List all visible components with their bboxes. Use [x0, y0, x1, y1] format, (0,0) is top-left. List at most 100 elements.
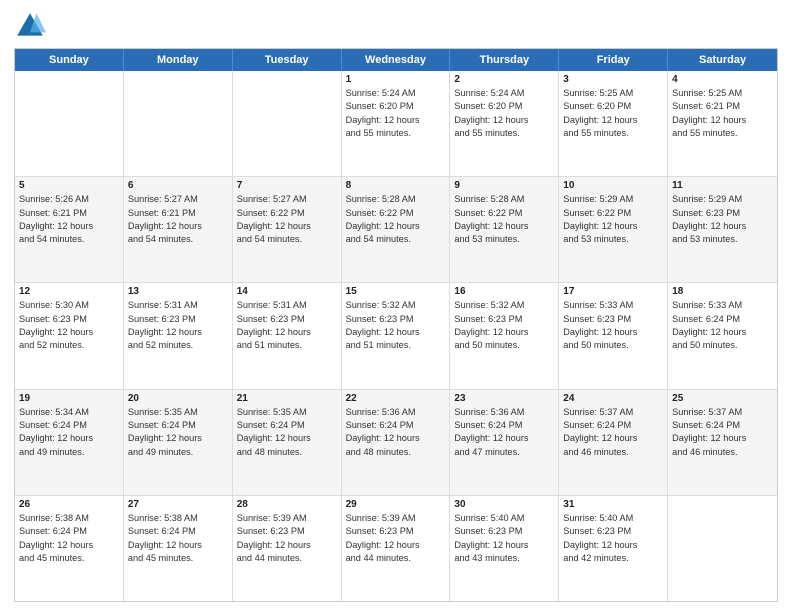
- calendar-cell: 26 Sunrise: 5:38 AM Sunset: 6:24 PM Dayli…: [15, 496, 124, 601]
- calendar-header: SundayMondayTuesdayWednesdayThursdayFrid…: [15, 49, 777, 71]
- day-number: 23: [454, 393, 554, 404]
- day-number: 5: [19, 180, 119, 191]
- day-number: 16: [454, 286, 554, 297]
- weekday-header: Tuesday: [233, 49, 342, 71]
- day-info: Sunrise: 5:40 AM Sunset: 6:23 PM Dayligh…: [454, 512, 554, 565]
- day-number: 30: [454, 499, 554, 510]
- day-info: Sunrise: 5:38 AM Sunset: 6:24 PM Dayligh…: [128, 512, 228, 565]
- calendar-cell: 13Sunrise: 5:31 AM Sunset: 6:23 PM Dayli…: [124, 283, 233, 388]
- calendar-row: 1 Sunrise: 5:24 AM Sunset: 6:20 PM Daylig…: [15, 71, 777, 177]
- day-info: Sunrise: 5:31 AM Sunset: 6:23 PM Dayligh…: [237, 299, 337, 352]
- day-number: 15: [346, 286, 446, 297]
- calendar-cell: 21 Sunrise: 5:35 AM Sunset: 6:24 PM Dayli…: [233, 390, 342, 495]
- calendar-cell: 6 Sunrise: 5:27 AM Sunset: 6:21 PM Daylig…: [124, 177, 233, 282]
- weekday-header: Sunday: [15, 49, 124, 71]
- day-number: 11: [672, 180, 773, 191]
- day-number: 4: [672, 74, 773, 85]
- day-number: 14: [237, 286, 337, 297]
- day-number: 3: [563, 74, 663, 85]
- day-number: 17: [563, 286, 663, 297]
- day-number: 22: [346, 393, 446, 404]
- page: SundayMondayTuesdayWednesdayThursdayFrid…: [0, 0, 792, 612]
- calendar-cell: 15Sunrise: 5:32 AM Sunset: 6:23 PM Dayli…: [342, 283, 451, 388]
- day-number: 20: [128, 393, 228, 404]
- day-info: Sunrise: 5:32 AM Sunset: 6:23 PM Dayligh…: [454, 299, 554, 352]
- calendar-cell: 1 Sunrise: 5:24 AM Sunset: 6:20 PM Daylig…: [342, 71, 451, 176]
- day-number: 27: [128, 499, 228, 510]
- weekday-header: Friday: [559, 49, 668, 71]
- calendar-cell: 8 Sunrise: 5:28 AM Sunset: 6:22 PM Daylig…: [342, 177, 451, 282]
- calendar-cell: 11 Sunrise: 5:29 AM Sunset: 6:23 PM Dayli…: [668, 177, 777, 282]
- logo-icon: [14, 10, 46, 42]
- day-number: 25: [672, 393, 773, 404]
- calendar-cell: 25 Sunrise: 5:37 AM Sunset: 6:24 PM Dayli…: [668, 390, 777, 495]
- day-info: Sunrise: 5:24 AM Sunset: 6:20 PM Dayligh…: [346, 87, 446, 140]
- day-info: Sunrise: 5:39 AM Sunset: 6:23 PM Dayligh…: [237, 512, 337, 565]
- calendar-body: 1 Sunrise: 5:24 AM Sunset: 6:20 PM Daylig…: [15, 71, 777, 601]
- day-number: 19: [19, 393, 119, 404]
- day-info: Sunrise: 5:28 AM Sunset: 6:22 PM Dayligh…: [454, 193, 554, 246]
- calendar-cell: 2 Sunrise: 5:24 AM Sunset: 6:20 PM Daylig…: [450, 71, 559, 176]
- calendar-cell: [233, 71, 342, 176]
- day-info: Sunrise: 5:33 AM Sunset: 6:24 PM Dayligh…: [672, 299, 773, 352]
- day-info: Sunrise: 5:33 AM Sunset: 6:23 PM Dayligh…: [563, 299, 663, 352]
- calendar-row: 12 Sunrise: 5:30 AM Sunset: 6:23 PM Dayli…: [15, 283, 777, 389]
- calendar: SundayMondayTuesdayWednesdayThursdayFrid…: [14, 48, 778, 602]
- day-info: Sunrise: 5:30 AM Sunset: 6:23 PM Dayligh…: [19, 299, 119, 352]
- day-info: Sunrise: 5:37 AM Sunset: 6:24 PM Dayligh…: [672, 406, 773, 459]
- calendar-cell: 5 Sunrise: 5:26 AM Sunset: 6:21 PM Daylig…: [15, 177, 124, 282]
- calendar-cell: 3 Sunrise: 5:25 AM Sunset: 6:20 PM Daylig…: [559, 71, 668, 176]
- day-number: 10: [563, 180, 663, 191]
- calendar-cell: 23 Sunrise: 5:36 AM Sunset: 6:24 PM Dayli…: [450, 390, 559, 495]
- day-number: 6: [128, 180, 228, 191]
- day-number: 7: [237, 180, 337, 191]
- day-info: Sunrise: 5:35 AM Sunset: 6:24 PM Dayligh…: [128, 406, 228, 459]
- calendar-cell: [668, 496, 777, 601]
- calendar-cell: 31Sunrise: 5:40 AM Sunset: 6:23 PM Dayli…: [559, 496, 668, 601]
- day-info: Sunrise: 5:27 AM Sunset: 6:21 PM Dayligh…: [128, 193, 228, 246]
- calendar-row: 19 Sunrise: 5:34 AM Sunset: 6:24 PM Dayli…: [15, 390, 777, 496]
- weekday-header: Thursday: [450, 49, 559, 71]
- day-info: Sunrise: 5:29 AM Sunset: 6:23 PM Dayligh…: [672, 193, 773, 246]
- day-number: 1: [346, 74, 446, 85]
- calendar-cell: 19 Sunrise: 5:34 AM Sunset: 6:24 PM Dayli…: [15, 390, 124, 495]
- day-info: Sunrise: 5:29 AM Sunset: 6:22 PM Dayligh…: [563, 193, 663, 246]
- day-number: 2: [454, 74, 554, 85]
- day-info: Sunrise: 5:40 AM Sunset: 6:23 PM Dayligh…: [563, 512, 663, 565]
- day-info: Sunrise: 5:24 AM Sunset: 6:20 PM Dayligh…: [454, 87, 554, 140]
- day-number: 8: [346, 180, 446, 191]
- calendar-cell: 18 Sunrise: 5:33 AM Sunset: 6:24 PM Dayli…: [668, 283, 777, 388]
- calendar-cell: [124, 71, 233, 176]
- calendar-cell: 20 Sunrise: 5:35 AM Sunset: 6:24 PM Dayli…: [124, 390, 233, 495]
- calendar-cell: 29Sunrise: 5:39 AM Sunset: 6:23 PM Dayli…: [342, 496, 451, 601]
- calendar-cell: 4 Sunrise: 5:25 AM Sunset: 6:21 PM Daylig…: [668, 71, 777, 176]
- day-info: Sunrise: 5:36 AM Sunset: 6:24 PM Dayligh…: [454, 406, 554, 459]
- calendar-cell: 27 Sunrise: 5:38 AM Sunset: 6:24 PM Dayli…: [124, 496, 233, 601]
- day-number: 24: [563, 393, 663, 404]
- day-info: Sunrise: 5:36 AM Sunset: 6:24 PM Dayligh…: [346, 406, 446, 459]
- day-number: 12: [19, 286, 119, 297]
- day-info: Sunrise: 5:28 AM Sunset: 6:22 PM Dayligh…: [346, 193, 446, 246]
- day-info: Sunrise: 5:38 AM Sunset: 6:24 PM Dayligh…: [19, 512, 119, 565]
- calendar-cell: 12 Sunrise: 5:30 AM Sunset: 6:23 PM Dayli…: [15, 283, 124, 388]
- weekday-header: Wednesday: [342, 49, 451, 71]
- calendar-cell: 14 Sunrise: 5:31 AM Sunset: 6:23 PM Dayli…: [233, 283, 342, 388]
- day-info: Sunrise: 5:34 AM Sunset: 6:24 PM Dayligh…: [19, 406, 119, 459]
- calendar-row: 26 Sunrise: 5:38 AM Sunset: 6:24 PM Dayli…: [15, 496, 777, 601]
- day-number: 18: [672, 286, 773, 297]
- day-info: Sunrise: 5:35 AM Sunset: 6:24 PM Dayligh…: [237, 406, 337, 459]
- calendar-cell: 17 Sunrise: 5:33 AM Sunset: 6:23 PM Dayli…: [559, 283, 668, 388]
- day-info: Sunrise: 5:27 AM Sunset: 6:22 PM Dayligh…: [237, 193, 337, 246]
- day-info: Sunrise: 5:25 AM Sunset: 6:21 PM Dayligh…: [672, 87, 773, 140]
- calendar-cell: 10 Sunrise: 5:29 AM Sunset: 6:22 PM Dayli…: [559, 177, 668, 282]
- calendar-row: 5 Sunrise: 5:26 AM Sunset: 6:21 PM Daylig…: [15, 177, 777, 283]
- weekday-header: Saturday: [668, 49, 777, 71]
- day-info: Sunrise: 5:25 AM Sunset: 6:20 PM Dayligh…: [563, 87, 663, 140]
- day-number: 26: [19, 499, 119, 510]
- day-number: 28: [237, 499, 337, 510]
- header: [14, 10, 778, 42]
- calendar-cell: 7 Sunrise: 5:27 AM Sunset: 6:22 PM Daylig…: [233, 177, 342, 282]
- day-info: Sunrise: 5:26 AM Sunset: 6:21 PM Dayligh…: [19, 193, 119, 246]
- day-number: 21: [237, 393, 337, 404]
- calendar-cell: 16 Sunrise: 5:32 AM Sunset: 6:23 PM Dayli…: [450, 283, 559, 388]
